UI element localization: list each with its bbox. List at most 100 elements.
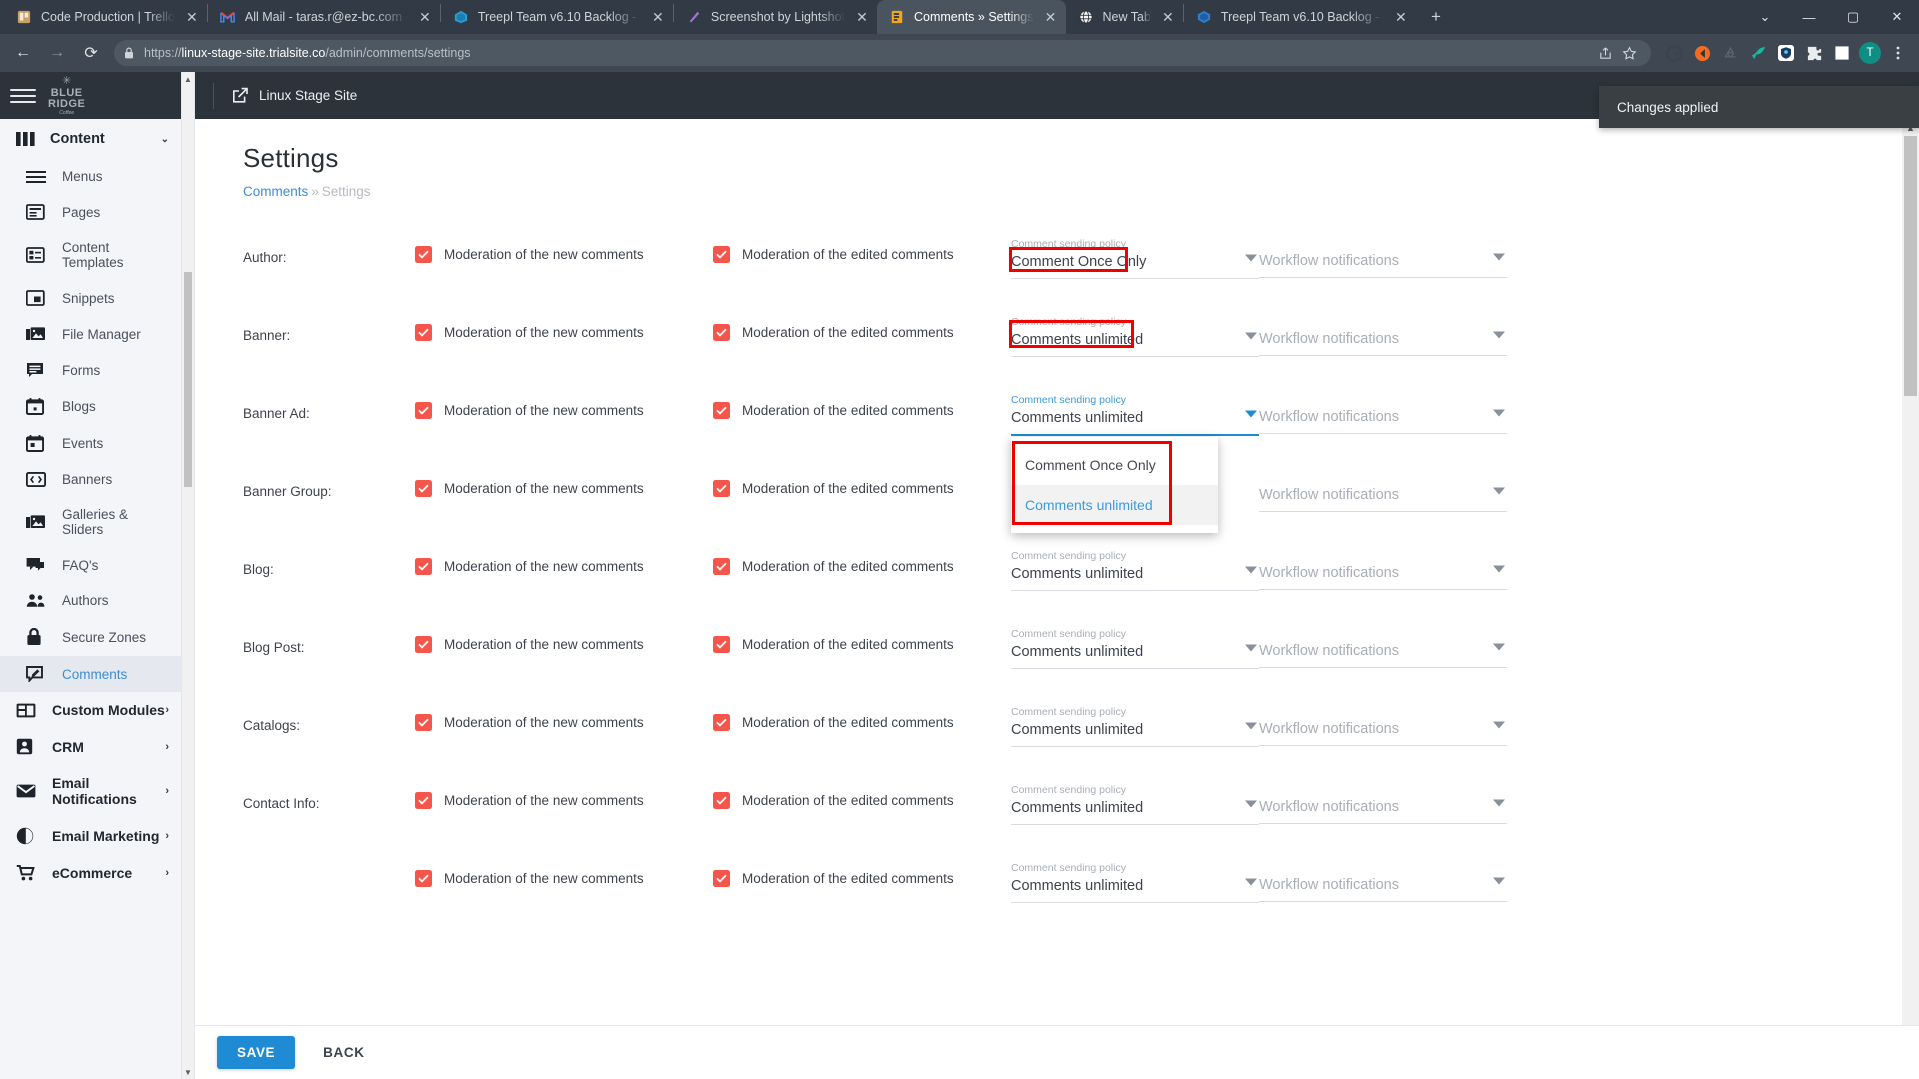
ez-icon[interactable] <box>1689 40 1715 66</box>
breadcrumb-link-comments[interactable]: Comments <box>243 184 308 199</box>
dropdown-option[interactable]: Comment Once Only <box>1011 445 1218 485</box>
sidebar-item-pages[interactable]: Pages <box>0 194 181 230</box>
browser-tab[interactable]: New Tab ✕ <box>1066 0 1183 34</box>
moderation-new-checkbox[interactable] <box>415 246 432 263</box>
sidebar-group-content[interactable]: Content ⌄ <box>0 119 181 159</box>
sidebar-item-authors[interactable]: Authors <box>0 583 181 618</box>
chevron-down-icon[interactable] <box>1493 877 1505 885</box>
comment-policy-select[interactable]: Comment sending policy Comment Once Only <box>1011 237 1259 279</box>
comment-policy-dropdown-menu[interactable]: Comment Once Only Comments unlimited <box>1011 437 1218 533</box>
moderation-edited-checkbox-group[interactable]: Moderation of the edited comments <box>713 853 1011 887</box>
moderation-edited-checkbox-group[interactable]: Moderation of the edited comments <box>713 697 1011 731</box>
moderation-edited-checkbox-group[interactable]: Moderation of the edited comments <box>713 385 1011 419</box>
moderation-edited-checkbox[interactable] <box>713 246 730 263</box>
sidebar-item-galleries-sliders[interactable]: Galleries & Sliders <box>0 497 181 547</box>
workflow-notifications-select[interactable]: Workflow notifications <box>1259 393 1507 434</box>
address-bar[interactable]: https://linux-stage-site.trialsite.co/ad… <box>114 40 1651 66</box>
sidebar-scroll-thumb[interactable] <box>184 272 192 487</box>
moderation-edited-checkbox-group[interactable]: Moderation of the edited comments <box>713 775 1011 809</box>
sidebar-item-email-notifications[interactable]: Email Notifications › <box>0 765 181 817</box>
save-button[interactable]: SAVE <box>217 1036 296 1069</box>
workflow-notifications-select[interactable]: Workflow notifications <box>1259 705 1507 746</box>
sidebar-item-menus[interactable]: Menus <box>0 159 181 194</box>
comment-policy-select[interactable]: Comment sending policy Comments unlimite… <box>1011 549 1259 591</box>
browser-tab[interactable]: Screenshot by Lightshot ✕ <box>674 0 877 34</box>
sidebar-item-content-templates[interactable]: Content Templates <box>0 230 181 280</box>
sidebar-item-crm[interactable]: CRM › <box>0 728 181 765</box>
browser-tab[interactable]: All Mail - taras.r@ez-bc.com - E… ✕ <box>208 0 440 34</box>
moderation-new-checkbox[interactable] <box>415 636 432 653</box>
avatar[interactable]: T <box>1857 40 1883 66</box>
bookmark-star-icon[interactable] <box>1617 41 1641 65</box>
comment-policy-select[interactable]: Comment sending policy Comments unlimite… <box>1011 705 1259 747</box>
workflow-notifications-select[interactable]: Workflow notifications <box>1259 627 1507 668</box>
chevron-down-icon[interactable] <box>1493 487 1505 495</box>
moderation-edited-checkbox[interactable] <box>713 324 730 341</box>
close-icon[interactable]: ✕ <box>649 8 667 26</box>
back-button[interactable]: ← <box>8 38 38 68</box>
close-icon[interactable]: ✕ <box>853 8 871 26</box>
browser-tab[interactable]: Treepl Team v6.10 Backlog - Boa… ✕ <box>441 0 673 34</box>
maximize-button[interactable]: ▢ <box>1831 1 1875 33</box>
square-icon[interactable] <box>1829 40 1855 66</box>
chevron-down-icon[interactable] <box>1245 254 1257 261</box>
chevron-down-icon[interactable] <box>1493 331 1505 339</box>
comment-policy-select[interactable]: Comment sending policy Comments unlimite… <box>1011 315 1259 357</box>
share-icon[interactable] <box>1593 41 1617 65</box>
minimize-button[interactable]: — <box>1787 1 1831 33</box>
chevron-down-icon[interactable] <box>1493 253 1505 261</box>
chevron-down-icon[interactable]: ⌄ <box>1743 1 1787 33</box>
comment-policy-select-open[interactable]: Comment sending policy Comments unlimite… <box>1011 393 1259 436</box>
chevron-down-icon[interactable] <box>1493 565 1505 573</box>
moderation-new-checkbox-group[interactable]: Moderation of the new comments <box>415 775 713 809</box>
moderation-edited-checkbox-group[interactable]: Moderation of the edited comments <box>713 229 1011 263</box>
workflow-notifications-select[interactable]: Workflow notifications <box>1259 549 1507 590</box>
workflow-notifications-select[interactable]: Workflow notifications <box>1259 471 1507 512</box>
workflow-notifications-select[interactable]: Workflow notifications <box>1259 861 1507 902</box>
moderation-edited-checkbox[interactable] <box>713 714 730 731</box>
new-tab-button[interactable]: + <box>1422 3 1450 31</box>
moderation-new-checkbox-group[interactable]: Moderation of the new comments <box>415 853 713 887</box>
sidebar-item-forms[interactable]: Forms <box>0 352 181 388</box>
chevron-right-icon[interactable]: › <box>165 830 169 842</box>
grammarly-icon[interactable] <box>1661 40 1687 66</box>
moderation-new-checkbox[interactable] <box>415 558 432 575</box>
moderation-edited-checkbox-group[interactable]: Moderation of the edited comments <box>713 463 1011 497</box>
chevron-down-icon[interactable] <box>1493 721 1505 729</box>
browser-tab[interactable]: Code Production | Trello ✕ <box>4 0 207 34</box>
moderation-edited-checkbox[interactable] <box>713 480 730 497</box>
back-button[interactable]: BACK <box>307 1036 380 1069</box>
hamburger-menu-icon[interactable] <box>10 83 36 109</box>
moderation-new-checkbox[interactable] <box>415 324 432 341</box>
chevron-down-icon[interactable] <box>1245 878 1257 885</box>
close-icon[interactable]: ✕ <box>1159 8 1177 26</box>
close-icon[interactable]: ✕ <box>416 8 434 26</box>
sidebar-item-comments[interactable]: Comments <box>0 656 181 692</box>
comment-policy-select[interactable]: Comment sending policy Comments unlimite… <box>1011 861 1259 903</box>
sidebar-item-secure-zones[interactable]: Secure Zones <box>0 618 181 656</box>
hummingbird-icon[interactable] <box>1745 40 1771 66</box>
browser-tab[interactable]: Treepl Team v6.10 Backlog - Boa… ✕ <box>1184 0 1416 34</box>
workflow-notifications-select[interactable]: Workflow notifications <box>1259 315 1507 356</box>
chevron-right-icon[interactable]: › <box>165 741 169 753</box>
sidebar-item-snippets[interactable]: Snippets <box>0 280 181 316</box>
close-icon[interactable]: ✕ <box>1392 8 1410 26</box>
chevron-down-icon[interactable] <box>1493 409 1505 417</box>
chevron-right-icon[interactable]: › <box>165 704 169 716</box>
chevron-down-icon[interactable] <box>1245 722 1257 729</box>
sidebar-item-blogs[interactable]: Blogs <box>0 388 181 425</box>
scroll-down-arrow-icon[interactable]: ▼ <box>182 1065 194 1079</box>
chevron-down-icon[interactable] <box>1245 566 1257 573</box>
sidebar-item-custom-modules[interactable]: Custom Modules › <box>0 692 181 728</box>
moderation-edited-checkbox-group[interactable]: Moderation of the edited comments <box>713 619 1011 653</box>
close-icon[interactable]: ✕ <box>183 8 201 26</box>
moderation-new-checkbox[interactable] <box>415 714 432 731</box>
comment-policy-select[interactable]: Comment sending policy Comments unlimite… <box>1011 627 1259 669</box>
chevron-down-icon[interactable] <box>1493 643 1505 651</box>
sidebar-item-banners[interactable]: Banners <box>0 462 181 497</box>
scroll-up-arrow-icon[interactable]: ▲ <box>182 72 194 86</box>
chevron-right-icon[interactable]: › <box>165 867 169 879</box>
chevron-down-icon[interactable]: ⌄ <box>161 134 169 145</box>
recycle-icon[interactable] <box>1717 40 1743 66</box>
moderation-new-checkbox[interactable] <box>415 870 432 887</box>
